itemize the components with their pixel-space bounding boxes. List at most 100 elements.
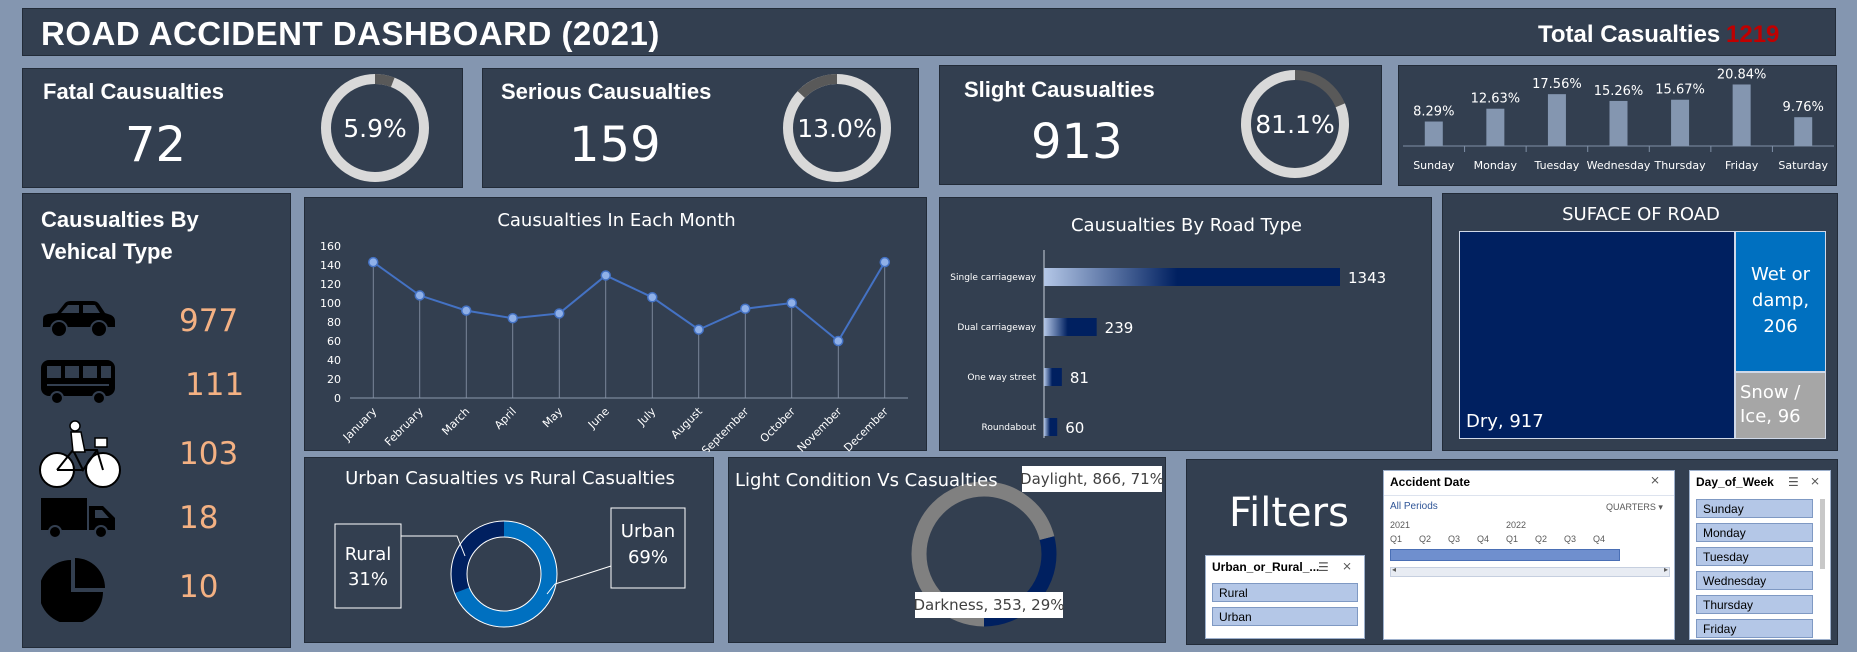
timeline-quarters: Q1 Q2 Q3 Q4 Q1 Q2 Q3 Q4	[1384, 534, 1676, 546]
bicycle-icon	[39, 420, 121, 488]
dow-category-label: Monday	[1474, 159, 1518, 172]
slicer-item-urban[interactable]: Urban	[1212, 607, 1358, 626]
road-type-chart-title: Causualties By Road Type	[1070, 215, 1302, 236]
callout-percent: 31%	[348, 569, 388, 590]
callout-box-rural	[334, 523, 402, 609]
timeline-scrollbar[interactable]: ◂ ▸	[1390, 565, 1670, 577]
dow-data-label: 12.63%	[1471, 92, 1521, 107]
clear-filter-icon[interactable]: ⨯	[1650, 473, 1660, 487]
line-series	[372, 261, 886, 343]
line-point	[647, 292, 658, 303]
filters-title: Filters	[1229, 490, 1349, 536]
pie-chart-icon	[41, 558, 105, 622]
dow-data-label: 15.67%	[1655, 83, 1705, 98]
multi-select-icon[interactable]: ☰	[1318, 560, 1329, 574]
y-tick-label: 40	[327, 354, 341, 367]
truck-icon	[41, 498, 115, 539]
timeline-quarter-label[interactable]: Q4	[1593, 534, 1605, 544]
slicer-item-day[interactable]: Sunday	[1696, 499, 1813, 518]
timeline-level-selector[interactable]: QUARTERS ▾	[1606, 502, 1663, 513]
scroll-right-icon[interactable]: ▸	[1664, 565, 1668, 574]
x-tick-label: April	[492, 405, 519, 432]
timeline-all-periods[interactable]: All Periods	[1390, 501, 1438, 512]
vehicle-title-line2: Vehical Type	[41, 239, 173, 264]
timeline-quarter-label[interactable]: Q4	[1477, 534, 1489, 544]
surface-treemap-panel: SUFACE OF ROAD Dry, 917 Wet or damp, 206…	[1442, 193, 1838, 451]
kpi-card-serious: Serious Causualties 159 13.0%	[482, 68, 919, 188]
line-point	[414, 290, 425, 301]
y-tick-label: 20	[327, 373, 341, 386]
callout-percent: 69%	[628, 547, 668, 568]
x-tick-label: December	[841, 405, 891, 452]
clear-filter-icon[interactable]: ⨯	[1810, 474, 1820, 488]
timeline-quarter-label[interactable]: Q1	[1390, 534, 1402, 544]
dow-data-label: 9.76%	[1783, 100, 1824, 115]
dow-data-label: 8.29%	[1413, 105, 1454, 120]
y-tick-label: 160	[320, 240, 341, 253]
surface-chart-title: SUFACE OF ROAD	[1562, 204, 1720, 225]
dow-bar	[1424, 121, 1443, 146]
slicer-item-day[interactable]: Monday	[1696, 523, 1813, 542]
timeline-year: 2022	[1506, 520, 1527, 530]
y-tick-label: 80	[327, 316, 341, 329]
slicer-item-day[interactable]: Wednesday	[1696, 571, 1813, 590]
donut-outline	[466, 536, 542, 612]
timeline-quarter-label[interactable]: Q2	[1419, 534, 1431, 544]
monthly-line-chart: 0 20 40 60 80 100 120 140 160 January February Marc…	[320, 240, 908, 457]
road-bar	[1044, 368, 1062, 386]
data-label: Daylight, 866, 71%	[1020, 470, 1164, 488]
header-bar: ROAD ACCIDENT DASHBOARD (2021) Total Cas…	[22, 8, 1836, 56]
monthly-chart-title: Causualties In Each Month	[497, 210, 736, 231]
scroll-left-icon[interactable]: ◂	[1392, 565, 1396, 574]
accident-date-timeline: Accident Date ⨯ All Periods QUARTERS ▾ 2…	[1383, 470, 1675, 640]
dow-data-label: 20.84%	[1717, 67, 1767, 82]
timeline-quarter-label[interactable]: Q1	[1506, 534, 1518, 544]
line-point	[461, 305, 472, 316]
kpi-donut: 5.9%	[321, 74, 429, 182]
road-category-label: One way street	[967, 373, 1036, 383]
x-tick-label: October	[758, 405, 799, 446]
vehicle-value: 977	[179, 303, 239, 339]
light-condition-title: Light Condition Vs Casualties	[735, 470, 998, 491]
x-tick-label: August	[668, 404, 705, 441]
day-of-week-slicer: Day_of_Week ☰ ⨯ Sunday Monday Tuesday We…	[1689, 470, 1831, 640]
kpi-value: 72	[125, 117, 187, 173]
kpi-title: Slight Causualties	[964, 77, 1155, 102]
vehicle-value: 10	[179, 569, 219, 605]
filters-panel: Filters Urban_or_Rural_... ☰ ⨯ Rural Urb…	[1186, 459, 1838, 645]
dow-category-label: Tuesday	[1534, 159, 1580, 172]
line-point	[786, 297, 797, 309]
x-tick-label: November	[795, 405, 845, 452]
vehicle-row-bus: 111	[23, 352, 291, 416]
timeline-quarter-label[interactable]: Q2	[1535, 534, 1547, 544]
slicer-scrollbar[interactable]	[1820, 499, 1825, 569]
slicer-header: Urban_or_Rural_...	[1212, 560, 1320, 574]
timeline-header: Accident Date	[1390, 475, 1471, 489]
vehicle-row-car: 977	[23, 289, 291, 353]
road-type-chart-panel: Causualties By Road Type Single carriage…	[939, 197, 1432, 451]
slicer-item-day[interactable]: Friday	[1696, 619, 1813, 638]
line-point	[879, 256, 890, 268]
clear-filter-icon[interactable]: ⨯	[1342, 559, 1352, 573]
multi-select-icon[interactable]: ☰	[1788, 475, 1799, 489]
timeline-quarter-label[interactable]: Q3	[1564, 534, 1576, 544]
slicer-item-day[interactable]: Thursday	[1696, 595, 1813, 614]
timeline-level-label: QUARTERS	[1606, 502, 1656, 512]
slicer-item-day[interactable]: Tuesday	[1696, 547, 1813, 566]
urban-rural-title: Urban Casualties vs Rural Casualties	[345, 468, 675, 489]
kpi-card-fatal: Fatal Causualties 72 5.9%	[22, 68, 463, 188]
dow-data-label: 15.26%	[1594, 84, 1644, 99]
timeline-selected-range[interactable]	[1390, 549, 1620, 561]
callout-label: Urban	[621, 521, 675, 542]
dow-category-label: Saturday	[1778, 159, 1828, 172]
y-tick-label: 140	[320, 259, 341, 272]
light-condition-panel: Light Condition Vs Casualties Daylight, …	[728, 457, 1166, 643]
line-point	[600, 270, 611, 281]
treemap-label: Dry, 917	[1466, 411, 1544, 432]
timeline-quarter-label[interactable]: Q3	[1448, 534, 1460, 544]
road-data-label: 1343	[1348, 269, 1386, 287]
dow-category-label: Sunday	[1413, 159, 1455, 172]
road-bar	[1044, 268, 1340, 286]
slicer-item-rural[interactable]: Rural	[1212, 583, 1358, 602]
line-point	[368, 256, 379, 268]
